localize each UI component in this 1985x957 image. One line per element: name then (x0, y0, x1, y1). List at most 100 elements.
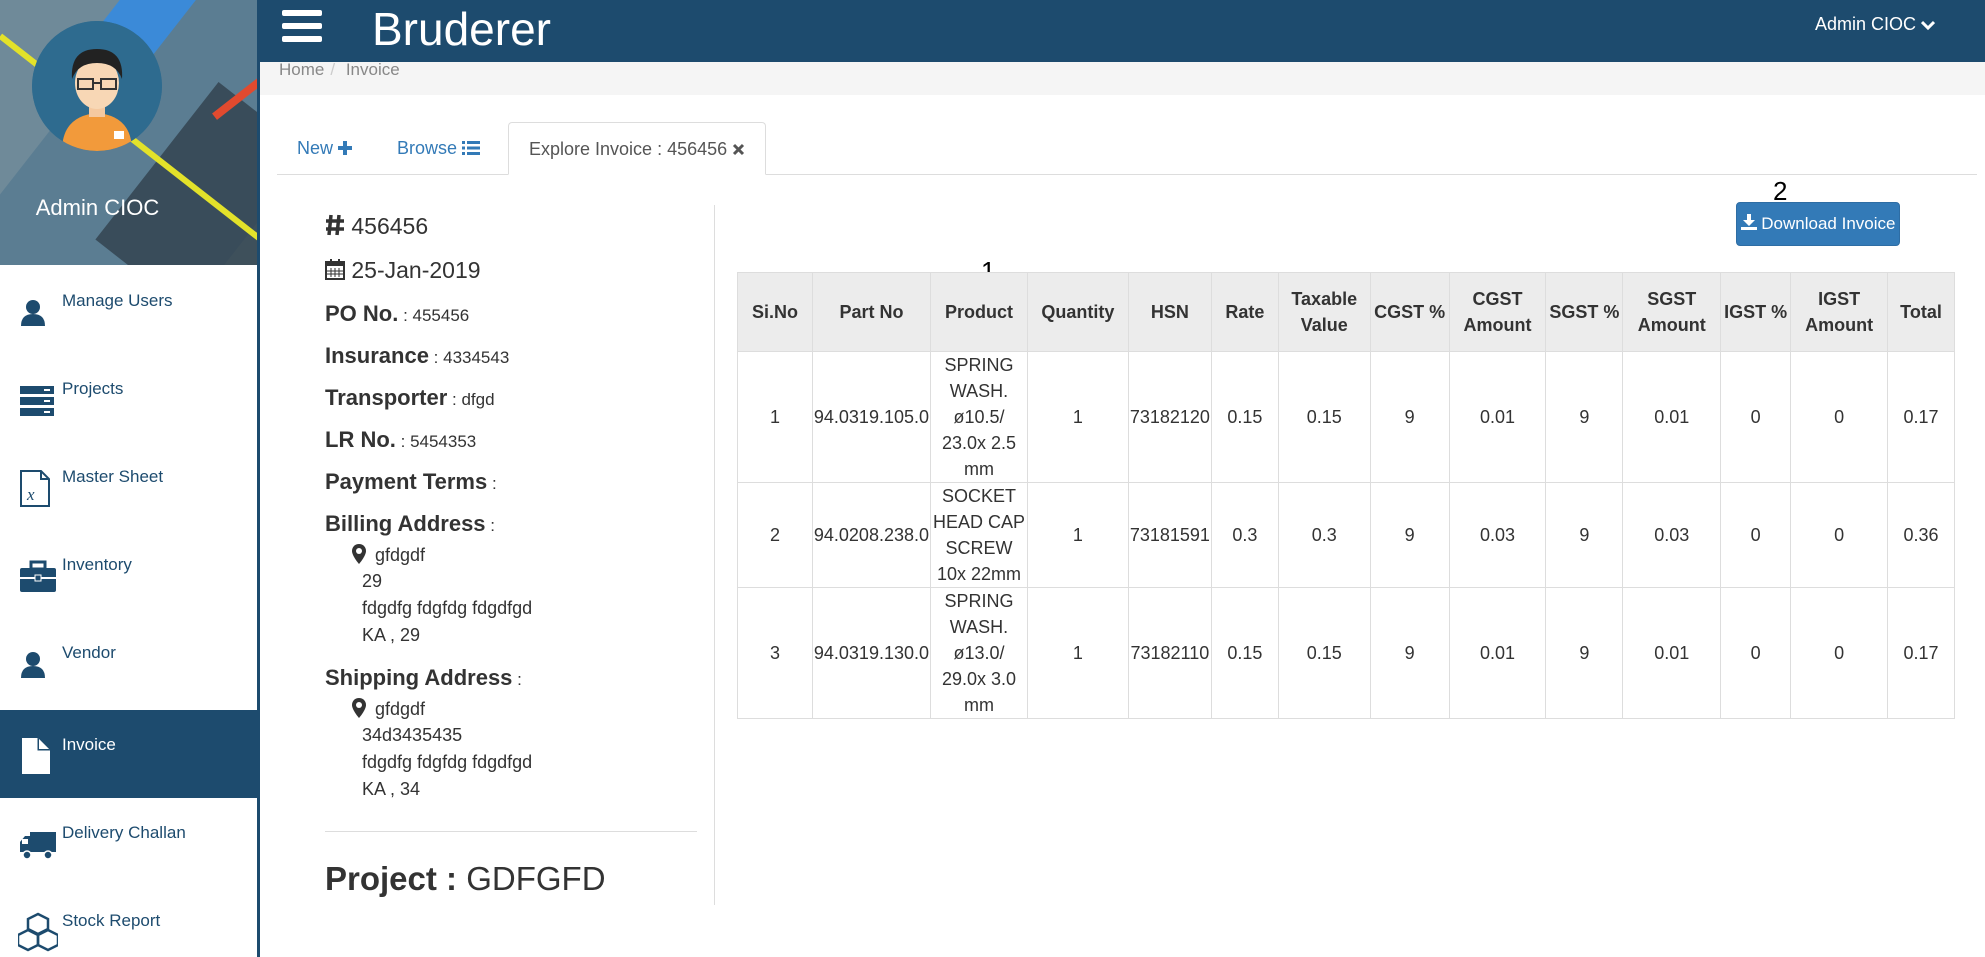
table-cell: 1 (1026, 482, 1129, 588)
table-cell: 0.17 (1887, 587, 1955, 719)
breadcrumb: Home / Invoice (260, 60, 1985, 95)
sidebar-item-label: Master Sheet (62, 467, 164, 486)
chevron-down-icon (1920, 21, 1936, 31)
table-cell: 0.03 (1448, 482, 1547, 588)
sidebar-item-projects[interactable]: Projects (0, 354, 257, 442)
tab-label: Explore Invoice : 456456 (529, 139, 728, 159)
server-icon (20, 386, 54, 416)
billing-address-heading: Billing Address : (325, 511, 495, 537)
transporter-label: Transporter (325, 385, 448, 410)
cubes-icon (18, 912, 58, 952)
sidebar-item-master-sheet[interactable]: x Master Sheet (0, 442, 257, 530)
sidebar-item-delivery-challan[interactable]: Delivery Challan (0, 798, 257, 886)
project-heading: Project : GDFGFD (325, 860, 606, 898)
lr-label: LR No. (325, 427, 396, 452)
payment-terms-row: Payment Terms : (325, 469, 497, 495)
column-header: Si.No (737, 272, 813, 352)
column-header: IGST % (1720, 272, 1792, 352)
excel-file-icon: x (20, 470, 50, 507)
profile-banner: Admin CIOC (0, 0, 257, 265)
table-cell: 94.0208.238.0 (811, 482, 932, 588)
table-row: 1 94.0319.105.0 SPRING WASH. ø10.5/ 23.0… (737, 351, 1955, 483)
table-cell: 73182120 (1127, 351, 1212, 483)
column-header: Product (930, 272, 1028, 352)
sidebar-item-inventory[interactable]: Inventory (0, 530, 257, 618)
table-cell: 2 (737, 482, 813, 588)
breadcrumb-home[interactable]: Home (279, 60, 324, 79)
table-cell: 0 (1790, 351, 1889, 483)
invoice-date-row: 25-Jan-2019 (325, 257, 481, 284)
insurance-label: Insurance (325, 343, 429, 368)
payment-terms-label: Payment Terms (325, 469, 488, 494)
tab-browse[interactable]: Browse (377, 122, 500, 175)
project-value: GDFGFD (466, 860, 606, 897)
hashtag-icon (326, 214, 344, 236)
sidebar: Admin CIOC Manage Users Projects x Maste… (0, 0, 260, 957)
map-marker-icon (352, 698, 366, 718)
table-cell: 1 (1026, 587, 1129, 719)
calendar-icon (325, 259, 345, 280)
profile-name: Admin CIOC (35, 195, 160, 220)
table-cell: SPRING WASH. ø10.5/ 23.0x 2.5 mm (930, 351, 1028, 483)
column-header: HSN (1127, 272, 1212, 352)
shipping-address-name: gfdgdf (375, 699, 426, 719)
tab-label: New (297, 138, 334, 158)
user-menu[interactable]: Admin CIOC (1815, 14, 1936, 35)
table-cell: 0.01 (1448, 351, 1547, 483)
close-icon[interactable] (732, 143, 745, 156)
table-cell: 0.3 (1210, 482, 1279, 588)
sidebar-item-stock-report[interactable]: Stock Report (0, 886, 257, 957)
divider (325, 831, 697, 832)
table-cell: 73182110 (1127, 587, 1212, 719)
map-marker-icon (352, 544, 366, 564)
sidebar-item-invoice[interactable]: Invoice (0, 710, 257, 798)
download-invoice-label: Download Invoice (1761, 214, 1896, 233)
column-header: CGST % (1369, 272, 1450, 352)
table-cell: 0 (1720, 351, 1792, 483)
po-value: : 455456 (403, 306, 470, 325)
user-icon (21, 300, 45, 326)
sidebar-item-vendor[interactable]: Vendor (0, 618, 257, 706)
table-cell: 0.03 (1622, 482, 1722, 588)
sidebar-item-label: Invoice (62, 735, 116, 754)
hamburger-menu-icon[interactable] (282, 10, 322, 50)
table-cell: 0.01 (1448, 587, 1547, 719)
table-cell: 0 (1720, 482, 1792, 588)
billing-address-line: gfdgdf (352, 544, 426, 566)
table-cell: 0.01 (1622, 587, 1722, 719)
billing-address-line: KA , 29 (362, 625, 421, 645)
table-cell: 1 (1026, 351, 1129, 483)
shipping-address-heading: Shipping Address : (325, 665, 522, 691)
column-header: SGST % (1545, 272, 1624, 352)
tab-new[interactable]: New (277, 122, 372, 175)
invoice-date: 25-Jan-2019 (351, 257, 481, 283)
sidebar-item-label: Stock Report (62, 911, 161, 930)
billing-address-label: Billing Address (325, 511, 486, 536)
table-cell: 73181591 (1127, 482, 1212, 588)
table-cell: 0.36 (1887, 482, 1955, 588)
plus-icon (338, 141, 353, 155)
avatar[interactable] (32, 21, 162, 151)
download-invoice-button[interactable]: Download Invoice (1736, 202, 1900, 246)
table-cell: 9 (1545, 482, 1624, 588)
table-cell: 9 (1545, 587, 1624, 719)
billing-address-line: fdgdfg fdgfdg fdgdfgd (362, 598, 533, 618)
invoice-detail-panel: 456456 25-Jan-2019 PO No. : 455456 Insur… (325, 205, 715, 905)
brand-title[interactable]: Bruderer (372, 2, 551, 56)
table-row: 2 94.0208.238.0 SOCKET HEAD CAP SCREW 10… (737, 482, 1955, 588)
tab-explore-invoice[interactable]: Explore Invoice : 456456 (508, 122, 767, 175)
table-cell: 0 (1790, 587, 1889, 719)
po-label: PO No. (325, 301, 399, 326)
table-cell: 0 (1720, 587, 1792, 719)
column-header: Total (1887, 272, 1955, 352)
invoice-number-row: 456456 (325, 213, 428, 240)
table-cell: 9 (1545, 351, 1624, 483)
table-cell: 94.0319.130.0 (811, 587, 932, 719)
transporter-row: Transporter : dfgd (325, 385, 495, 411)
sidebar-item-manage-users[interactable]: Manage Users (0, 266, 257, 354)
transporter-value: : dfgd (452, 390, 495, 409)
table-cell: 9 (1369, 482, 1450, 588)
table-cell: 0 (1790, 482, 1889, 588)
billing-address-name: gfdgdf (375, 545, 426, 565)
table-cell: 0.15 (1277, 587, 1371, 719)
